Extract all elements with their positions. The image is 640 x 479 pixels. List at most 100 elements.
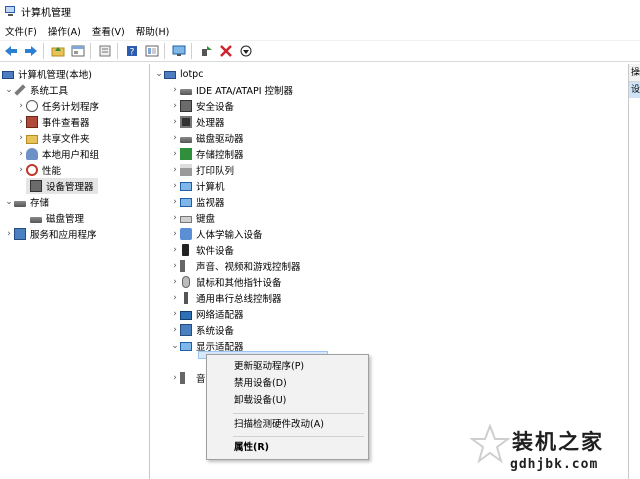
category-label: 人体学输入设备 bbox=[196, 230, 263, 241]
show-tree-icon[interactable] bbox=[69, 42, 87, 60]
back-arrow-icon[interactable] bbox=[2, 42, 20, 60]
chevron-right-icon[interactable]: › bbox=[170, 226, 180, 242]
category-label: 处理器 bbox=[196, 118, 225, 129]
chevron-right-icon[interactable]: › bbox=[170, 130, 180, 146]
menu-file[interactable]: 文件(F) bbox=[0, 24, 43, 38]
menu-view[interactable]: 查看(V) bbox=[87, 24, 131, 38]
tree-item-label: 共享文件夹 bbox=[42, 134, 90, 145]
processor-icon bbox=[180, 116, 192, 128]
chevron-right-icon[interactable]: › bbox=[16, 146, 26, 162]
chevron-down-icon[interactable]: ⌄ bbox=[154, 66, 164, 82]
tree-item-storage[interactable]: ⌄ 存储 bbox=[4, 194, 49, 210]
monitor-icon[interactable] bbox=[170, 42, 188, 60]
tree-item-task-scheduler[interactable]: › 任务计划程序 bbox=[16, 98, 99, 114]
category-label: 存储控制器 bbox=[196, 150, 244, 161]
device-category[interactable]: › 存储控制器 bbox=[170, 146, 244, 162]
tree-item-computer-management[interactable]: 计算机管理(本地) bbox=[2, 66, 92, 82]
tree-item-shared-folders[interactable]: › 共享文件夹 bbox=[16, 130, 90, 146]
device-category[interactable]: › 监视器 bbox=[170, 194, 224, 210]
chevron-right-icon[interactable]: › bbox=[170, 146, 180, 162]
category-label: 网络适配器 bbox=[196, 310, 244, 321]
update-driver-icon[interactable] bbox=[237, 42, 255, 60]
security-device-icon bbox=[180, 100, 192, 112]
properties-menu-item[interactable]: 属性(R) bbox=[234, 440, 269, 456]
chevron-right-icon[interactable]: › bbox=[16, 114, 26, 130]
chevron-right-icon[interactable]: › bbox=[170, 114, 180, 130]
chevron-right-icon[interactable]: › bbox=[170, 162, 180, 178]
disable-device-menu-item[interactable]: 禁用设备(D) bbox=[234, 376, 287, 392]
properties-icon[interactable] bbox=[96, 42, 114, 60]
storage-icon bbox=[14, 200, 26, 207]
device-category[interactable]: › 安全设备 bbox=[170, 98, 234, 114]
chevron-right-icon[interactable]: › bbox=[170, 242, 180, 258]
tree-item-services-apps[interactable]: › 服务和应用程序 bbox=[4, 226, 97, 242]
chevron-right-icon[interactable]: › bbox=[16, 98, 26, 114]
root-label: lotpc bbox=[180, 68, 204, 80]
scan-hardware-menu-item[interactable]: 扫描检测硬件改动(A) bbox=[234, 417, 324, 433]
chevron-right-icon[interactable]: › bbox=[170, 274, 180, 290]
device-category-partial[interactable]: › 音 bbox=[170, 370, 206, 386]
chevron-down-icon[interactable]: ⌄ bbox=[4, 194, 14, 210]
device-category[interactable]: › 打印队列 bbox=[170, 162, 234, 178]
tree-item-system-tools[interactable]: ⌄ 系统工具 bbox=[4, 82, 68, 98]
device-category[interactable]: › 系统设备 bbox=[170, 322, 234, 338]
chevron-right-icon[interactable]: › bbox=[170, 370, 180, 386]
toolbar: ? bbox=[0, 40, 640, 62]
tree-item-device-manager[interactable]: 设备管理器 bbox=[26, 178, 98, 194]
up-folder-icon[interactable] bbox=[49, 42, 67, 60]
mouse-icon bbox=[182, 276, 190, 288]
watermark-url: gdhjbk.com bbox=[510, 457, 599, 472]
remove-icon[interactable] bbox=[217, 42, 235, 60]
actions-selected[interactable]: 设 bbox=[629, 82, 640, 98]
category-label: 计算机 bbox=[196, 182, 225, 193]
disk-drive-icon bbox=[180, 136, 192, 143]
device-category[interactable]: › 鼠标和其他指针设备 bbox=[170, 274, 282, 290]
forward-arrow-icon[interactable] bbox=[22, 42, 40, 60]
menu-action[interactable]: 操作(A) bbox=[43, 24, 87, 38]
hid-icon bbox=[180, 228, 192, 240]
uninstall-device-menu-item[interactable]: 卸载设备(U) bbox=[234, 393, 286, 409]
chevron-right-icon[interactable]: › bbox=[170, 322, 180, 338]
tree-item-event-viewer[interactable]: › 事件查看器 bbox=[16, 114, 90, 130]
device-category[interactable]: › 网络适配器 bbox=[170, 306, 244, 322]
enable-device-icon[interactable] bbox=[197, 42, 215, 60]
update-driver-menu-item[interactable]: 更新驱动程序(P) bbox=[234, 359, 304, 375]
device-category[interactable]: › 声音、视频和游戏控制器 bbox=[170, 258, 301, 274]
chevron-right-icon[interactable]: › bbox=[170, 98, 180, 114]
tree-item-label: 服务和应用程序 bbox=[30, 230, 97, 241]
chevron-right-icon[interactable]: › bbox=[170, 178, 180, 194]
help-icon[interactable]: ? bbox=[123, 42, 141, 60]
category-label: 系统设备 bbox=[196, 326, 235, 337]
device-category[interactable]: › IDE ATA/ATAPI 控制器 bbox=[170, 82, 293, 98]
chevron-right-icon[interactable]: › bbox=[170, 194, 180, 210]
tree-item-performance[interactable]: › 性能 bbox=[16, 162, 61, 178]
chevron-right-icon[interactable]: › bbox=[170, 82, 180, 98]
chevron-right-icon[interactable]: › bbox=[170, 258, 180, 274]
chevron-right-icon[interactable]: › bbox=[170, 210, 180, 226]
menu-help[interactable]: 帮助(H) bbox=[131, 24, 176, 38]
chevron-down-icon[interactable]: ⌄ bbox=[4, 82, 14, 98]
category-label: 安全设备 bbox=[196, 102, 235, 113]
device-tree-root[interactable]: ⌄ lotpc bbox=[154, 66, 203, 82]
chevron-right-icon[interactable]: › bbox=[16, 162, 26, 178]
device-category[interactable]: › 通用串行总线控制器 bbox=[170, 290, 282, 306]
chevron-right-icon[interactable]: › bbox=[170, 290, 180, 306]
device-category[interactable]: › 软件设备 bbox=[170, 242, 234, 258]
tree-item-local-users[interactable]: › 本地用户和组 bbox=[16, 146, 99, 162]
category-label: 软件设备 bbox=[196, 246, 235, 257]
tree-item-disk-management[interactable]: 磁盘管理 bbox=[30, 210, 84, 226]
category-label: 声音、视频和游戏控制器 bbox=[196, 262, 301, 273]
chevron-right-icon[interactable]: › bbox=[170, 306, 180, 322]
console-icon[interactable] bbox=[143, 42, 161, 60]
device-category[interactable]: › 处理器 bbox=[170, 114, 225, 130]
chevron-right-icon[interactable]: › bbox=[4, 226, 14, 242]
chevron-down-icon[interactable]: ⌄ bbox=[170, 338, 180, 354]
device-category[interactable]: › 磁盘驱动器 bbox=[170, 130, 243, 146]
chevron-right-icon[interactable]: › bbox=[16, 130, 26, 146]
device-category[interactable]: › 计算机 bbox=[170, 178, 225, 194]
sound-icon bbox=[180, 260, 192, 272]
category-label: IDE ATA/ATAPI 控制器 bbox=[196, 86, 294, 97]
device-category[interactable]: › 键盘 bbox=[170, 210, 215, 226]
device-category[interactable]: › 人体学输入设备 bbox=[170, 226, 263, 242]
tree-item-label: 任务计划程序 bbox=[42, 102, 100, 113]
